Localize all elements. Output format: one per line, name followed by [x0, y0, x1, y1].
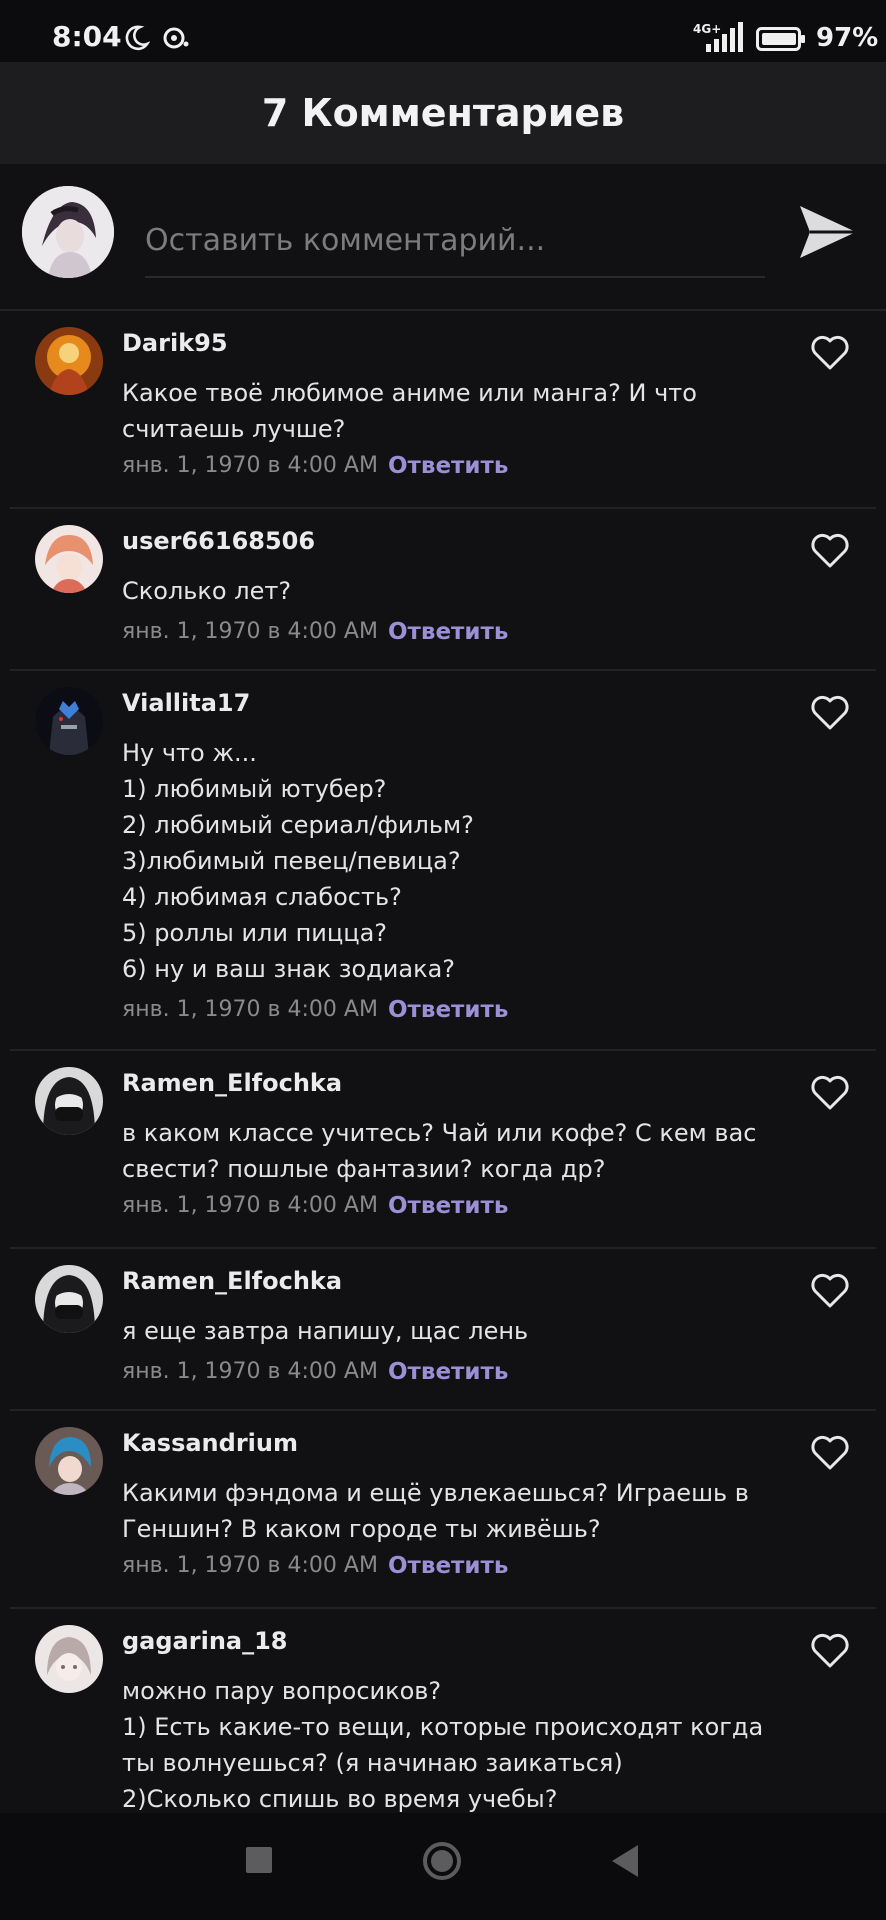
- comment-timestamp: янв. 1, 1970 в 4:00 AM: [122, 453, 378, 478]
- comment-timestamp: янв. 1, 1970 в 4:00 AM: [122, 1553, 378, 1578]
- comment-input[interactable]: [145, 204, 765, 278]
- moon-icon: [125, 25, 150, 51]
- reply-button[interactable]: Ответить: [388, 1553, 508, 1579]
- comment-timestamp: янв. 1, 1970 в 4:00 AM: [122, 997, 378, 1022]
- system-nav-bar: [0, 1813, 886, 1920]
- reply-button[interactable]: Ответить: [388, 997, 508, 1023]
- comment-username[interactable]: gagarina_18: [122, 1627, 288, 1655]
- comments-header: 7 Комментариев: [0, 62, 886, 164]
- back-button[interactable]: [608, 1843, 642, 1879]
- heart-icon[interactable]: [810, 695, 850, 731]
- comment-text: Ну что ж... 1) любимый ютубер? 2) любимы…: [122, 739, 474, 983]
- comment-username[interactable]: Viallita17: [122, 689, 250, 717]
- comment-item: gagarina_18 можно пару вопросиков? 1) Ес…: [10, 1609, 876, 1813]
- comment-timestamp: янв. 1, 1970 в 4:00 AM: [122, 619, 378, 644]
- page-title: 7 Комментариев: [261, 91, 625, 135]
- comment-timestamp: янв. 1, 1970 в 4:00 AM: [122, 1359, 378, 1384]
- comment-username[interactable]: Darik95: [122, 329, 228, 357]
- comment-item: Kassandrium Какими фэндома и ещё увлекае…: [10, 1411, 876, 1609]
- comment-username[interactable]: user66168506: [122, 527, 315, 555]
- battery-percent: 97%: [816, 23, 879, 53]
- recents-button[interactable]: [246, 1847, 272, 1873]
- current-user-avatar[interactable]: [22, 186, 114, 278]
- comments-list: Darik95 Какое твоё любимое аниме или ман…: [0, 311, 886, 1813]
- status-time: 8:04: [52, 20, 122, 53]
- comment-item: user66168506 Сколько лет? янв. 1, 1970 в…: [10, 509, 876, 671]
- comment-username[interactable]: Ramen_Elfochka: [122, 1069, 342, 1097]
- comment-text: Какими фэндома и ещё увлекаешься? Играеш…: [122, 1479, 749, 1543]
- reply-button[interactable]: Ответить: [388, 619, 508, 645]
- heart-icon[interactable]: [810, 1075, 850, 1111]
- heart-icon[interactable]: [810, 1633, 850, 1669]
- comment-text: в каком классе учитесь? Чай или кофе? С …: [122, 1119, 757, 1183]
- heart-icon[interactable]: [810, 1273, 850, 1309]
- comment-username[interactable]: Kassandrium: [122, 1429, 298, 1457]
- comment-username[interactable]: Ramen_Elfochka: [122, 1267, 342, 1295]
- comment-avatar[interactable]: [35, 1067, 103, 1135]
- battery-icon: [756, 27, 805, 51]
- comment-avatar[interactable]: [35, 1265, 103, 1333]
- heart-icon[interactable]: [810, 1435, 850, 1471]
- signal-icon: [706, 22, 743, 52]
- comment-text: я еще завтра напишу, щас лень: [122, 1317, 529, 1345]
- comment-avatar[interactable]: [35, 525, 103, 593]
- comment-item: Darik95 Какое твоё любимое аниме или ман…: [10, 311, 876, 509]
- notification-icon: [163, 27, 189, 49]
- comment-compose-bar: [0, 164, 886, 310]
- comment-avatar[interactable]: [35, 1625, 103, 1693]
- reply-button[interactable]: Ответить: [388, 1193, 508, 1219]
- send-icon[interactable]: [796, 200, 860, 264]
- reply-button[interactable]: Ответить: [388, 453, 508, 479]
- reply-button[interactable]: Ответить: [388, 1359, 508, 1385]
- comment-text: можно пару вопросиков? 1) Есть какие-то …: [122, 1677, 764, 1813]
- heart-icon[interactable]: [810, 335, 850, 371]
- comment-item: Ramen_Elfochka в каком классе учитесь? Ч…: [10, 1051, 876, 1249]
- heart-icon[interactable]: [810, 533, 850, 569]
- comment-avatar[interactable]: [35, 1427, 103, 1495]
- comment-text: Сколько лет?: [122, 577, 292, 605]
- comment-avatar[interactable]: [35, 327, 103, 395]
- comment-item: Ramen_Elfochka я еще завтра напишу, щас …: [10, 1249, 876, 1411]
- status-bar: 8:04 4G+ 97%: [0, 0, 886, 62]
- home-button[interactable]: [422, 1841, 462, 1881]
- comment-text: Какое твоё любимое аниме или манга? И чт…: [122, 379, 697, 443]
- comment-timestamp: янв. 1, 1970 в 4:00 AM: [122, 1193, 378, 1218]
- comment-item: Viallita17 Ну что ж... 1) любимый ютубер…: [10, 671, 876, 1051]
- comment-avatar[interactable]: [35, 687, 103, 755]
